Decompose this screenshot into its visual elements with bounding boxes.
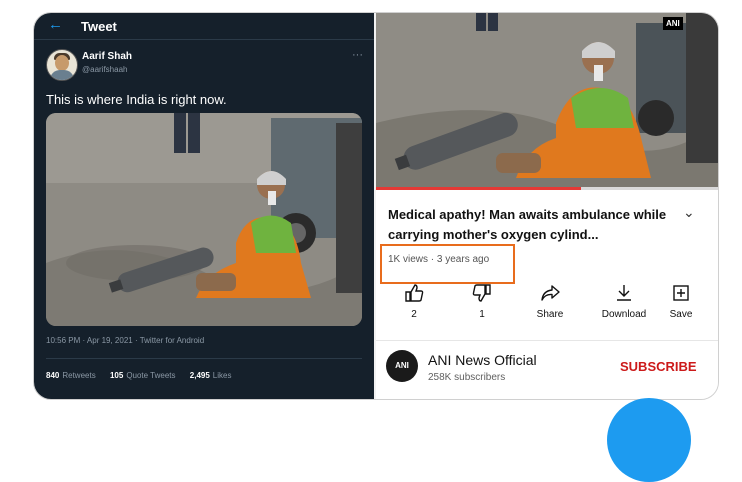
video-title[interactable]: Medical apathy! Man awaits ambulance whi… <box>388 205 678 245</box>
street-scene-photo <box>46 113 362 326</box>
divider <box>46 358 362 359</box>
subscribe-button[interactable]: SUBSCRIBE <box>620 359 697 374</box>
video-progress-fill <box>376 187 582 190</box>
dislike-button[interactable]: 1 <box>452 280 512 320</box>
like-button[interactable]: 2 <box>384 280 444 320</box>
save-icon <box>644 282 718 304</box>
twitter-panel: ← Tweet Aarif Shah @aarifshaah ··· This … <box>34 13 374 399</box>
share-label: Share <box>536 309 564 320</box>
video-progress-bar[interactable] <box>376 187 718 190</box>
compose-fab-button[interactable] <box>607 398 691 482</box>
retweets-count[interactable]: 840 <box>46 371 59 380</box>
dislike-count: 1 <box>479 309 485 320</box>
highlight-box <box>380 244 515 284</box>
likes-label[interactable]: Likes <box>213 371 232 380</box>
back-arrow-icon[interactable]: ← <box>48 16 63 33</box>
save-button[interactable]: Save <box>644 280 718 320</box>
thumbs-down-icon <box>452 282 512 304</box>
subscriber-count: 258K subscribers <box>428 372 506 383</box>
like-count: 2 <box>411 309 417 320</box>
video-actions: 2 1 Share Download Save <box>376 280 718 336</box>
video-player[interactable]: ANI <box>376 13 718 189</box>
thumbs-up-icon <box>384 282 444 304</box>
quotes-count[interactable]: 105 <box>110 371 123 380</box>
tweet-photo[interactable] <box>46 113 362 326</box>
more-options-icon[interactable]: ··· <box>352 49 363 61</box>
save-label: Save <box>669 309 693 320</box>
tweet-stats: 840 Retweets 105 Quote Tweets 2,495 Likes <box>46 371 231 380</box>
tweet-header: ← Tweet <box>34 13 374 40</box>
youtube-panel: ANI Medical apathy! Man awaits ambulance… <box>376 13 718 399</box>
ani-watermark: ANI <box>663 17 683 30</box>
author-handle[interactable]: @aarifshaah <box>82 65 127 74</box>
channel-row: ANI ANI News Official 258K subscribers S… <box>376 340 718 391</box>
author-name[interactable]: Aarif Shah <box>82 51 132 62</box>
channel-avatar[interactable]: ANI <box>386 350 418 382</box>
tweet-meta: 10:56 PM · Apr 19, 2021 · Twitter for An… <box>46 336 205 345</box>
likes-count[interactable]: 2,495 <box>190 371 210 380</box>
avatar[interactable] <box>46 49 78 81</box>
tweet-text: This is where India is right now. <box>46 92 227 107</box>
screenshot-frame: ← Tweet Aarif Shah @aarifshaah ··· This … <box>33 12 719 400</box>
quotes-label[interactable]: Quote Tweets <box>126 371 175 380</box>
video-frame <box>376 13 718 189</box>
retweets-label[interactable]: Retweets <box>62 371 95 380</box>
chevron-down-icon[interactable]: ⌄ <box>683 204 695 221</box>
channel-name[interactable]: ANI News Official <box>428 352 537 368</box>
share-button[interactable]: Share <box>520 280 580 320</box>
tweet-header-title: Tweet <box>81 19 117 34</box>
share-icon <box>520 282 580 304</box>
